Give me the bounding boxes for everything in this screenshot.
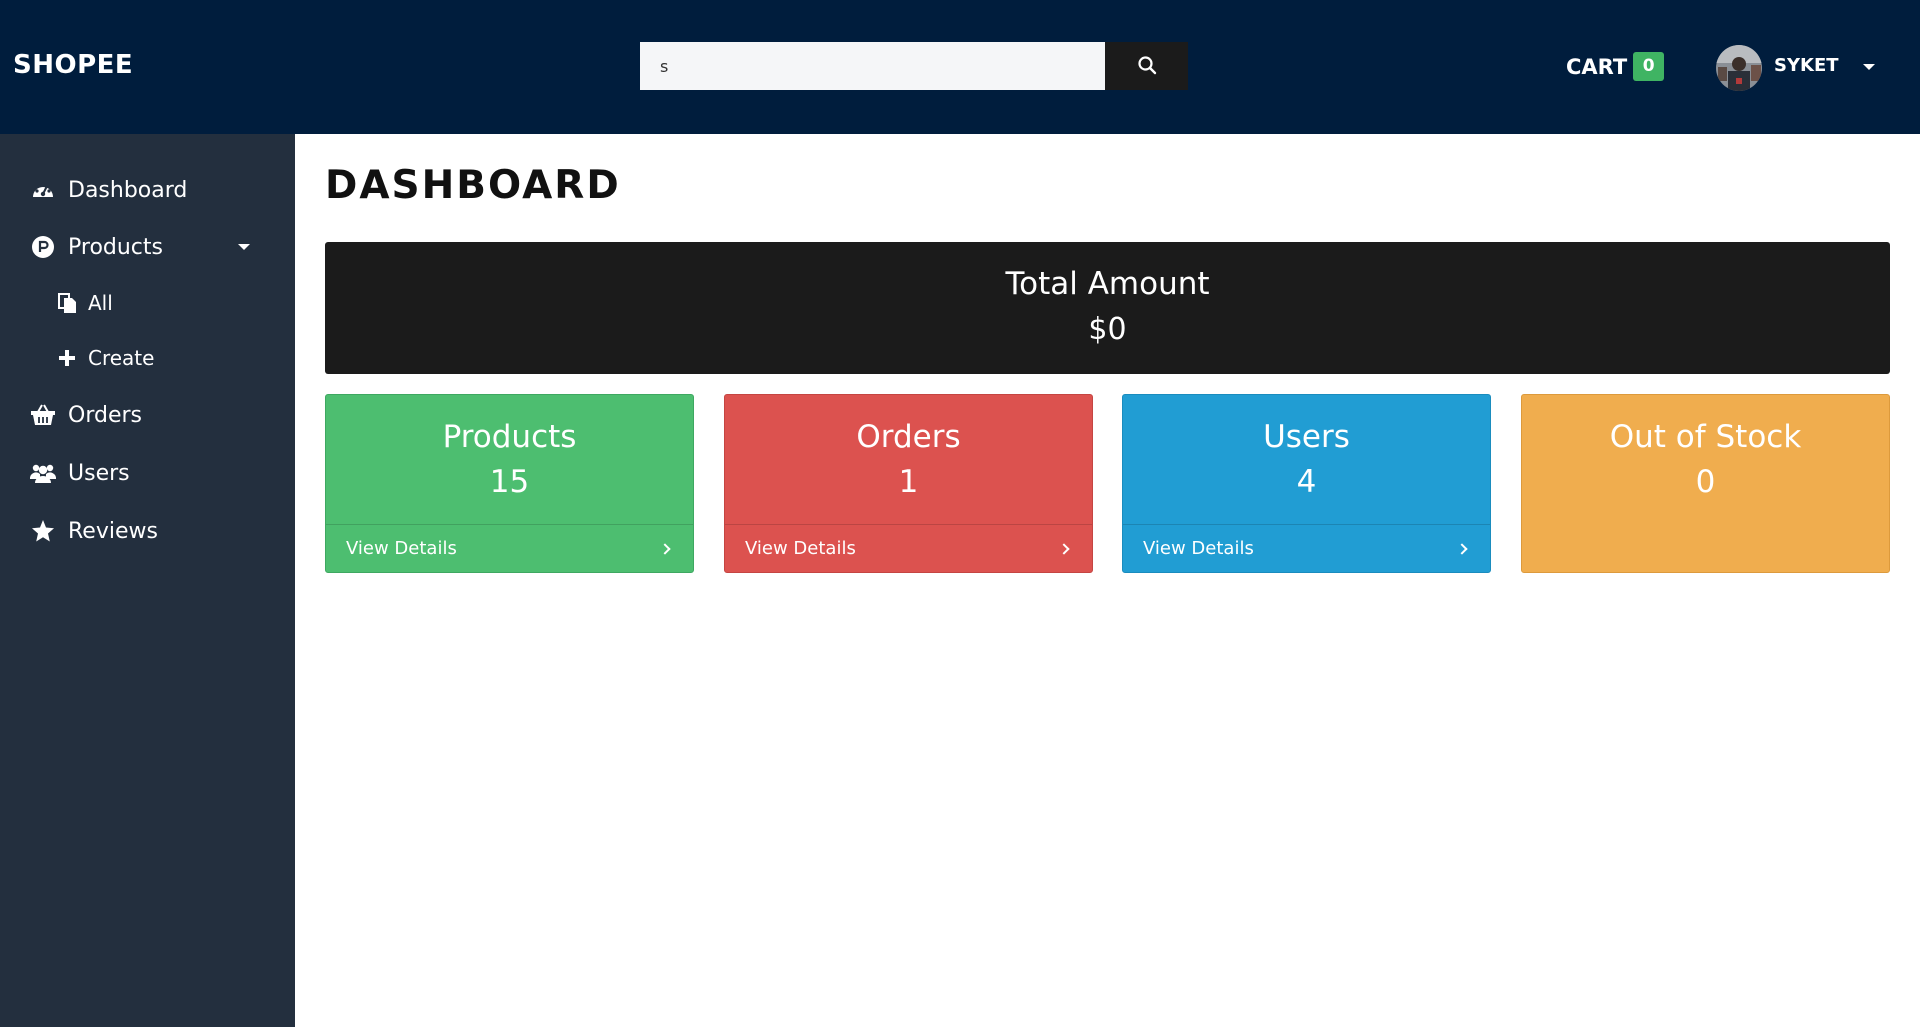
brand-logo[interactable]: SHOPEE (13, 50, 133, 80)
sidebar-item-create-product[interactable]: Create (56, 346, 154, 370)
sidebar-item-dashboard[interactable]: Dashboard (30, 177, 187, 203)
sidebar-item-reviews[interactable]: Reviews (30, 518, 158, 544)
out-of-stock-card: Out of Stock 0 (1521, 394, 1890, 573)
chevron-right-icon (1058, 542, 1070, 555)
view-details-label: View Details (745, 538, 856, 559)
card-title: Out of Stock (1609, 419, 1802, 455)
user-menu[interactable]: SYKET (1716, 45, 1875, 91)
tachometer-icon (30, 177, 56, 203)
chevron-right-icon (1456, 542, 1468, 555)
star-icon (30, 518, 56, 544)
clipboard-icon (56, 292, 78, 314)
search-icon (1137, 55, 1157, 78)
view-details-label: View Details (1143, 538, 1254, 559)
users-card: Users 4 View Details (1122, 394, 1491, 573)
sidebar (0, 134, 295, 1027)
plus-icon (56, 347, 78, 369)
page-title: DASHBOARD (325, 163, 621, 208)
view-details-label: View Details (346, 538, 457, 559)
view-details-link[interactable]: View Details (725, 524, 1092, 572)
card-value: 1 (898, 464, 919, 500)
sidebar-item-label: Orders (68, 402, 142, 428)
products-card: Products 15 View Details (325, 394, 694, 573)
sidebar-item-label: Reviews (68, 518, 158, 544)
card-value: 15 (489, 464, 530, 500)
shopping-basket-icon (30, 402, 56, 428)
total-amount-card: Total Amount $0 (325, 242, 1890, 374)
view-details-link[interactable]: View Details (326, 524, 693, 572)
search-bar (640, 42, 1188, 90)
card-value: 4 (1296, 464, 1317, 500)
sidebar-item-label: Dashboard (68, 177, 188, 203)
card-value: 0 (1695, 464, 1716, 500)
sidebar-item-label: Create (88, 346, 155, 370)
cart-label: CART (1566, 54, 1628, 79)
chevron-down-icon[interactable] (238, 244, 250, 250)
total-amount-value: $0 (1088, 312, 1127, 347)
search-button[interactable] (1105, 42, 1188, 90)
card-title: Products (442, 419, 577, 455)
sidebar-item-label: All (88, 291, 113, 315)
cart-count-badge: 0 (1633, 52, 1665, 81)
cart-link[interactable]: CART 0 (1566, 52, 1665, 81)
top-navbar: SHOPEE CART 0 (0, 0, 1920, 134)
search-input[interactable] (640, 42, 1105, 90)
sidebar-item-label: Users (68, 460, 130, 486)
users-icon (30, 460, 56, 486)
sidebar-item-label: Products (68, 234, 163, 260)
view-details-link[interactable]: View Details (1123, 524, 1490, 572)
total-amount-label: Total Amount (1005, 266, 1210, 302)
orders-card: Orders 1 View Details (724, 394, 1093, 573)
card-title: Orders (856, 419, 961, 455)
chevron-down-icon (1862, 64, 1875, 70)
chevron-right-icon (659, 542, 671, 555)
avatar (1716, 45, 1762, 91)
sidebar-item-all-products[interactable]: All (56, 291, 113, 315)
sidebar-item-orders[interactable]: Orders (30, 402, 142, 428)
card-title: Users (1263, 419, 1350, 455)
sidebar-item-users[interactable]: Users (30, 460, 130, 486)
sidebar-item-products[interactable]: Products (30, 234, 163, 260)
username: SYKET (1774, 54, 1839, 76)
product-hunt-icon (30, 234, 56, 260)
